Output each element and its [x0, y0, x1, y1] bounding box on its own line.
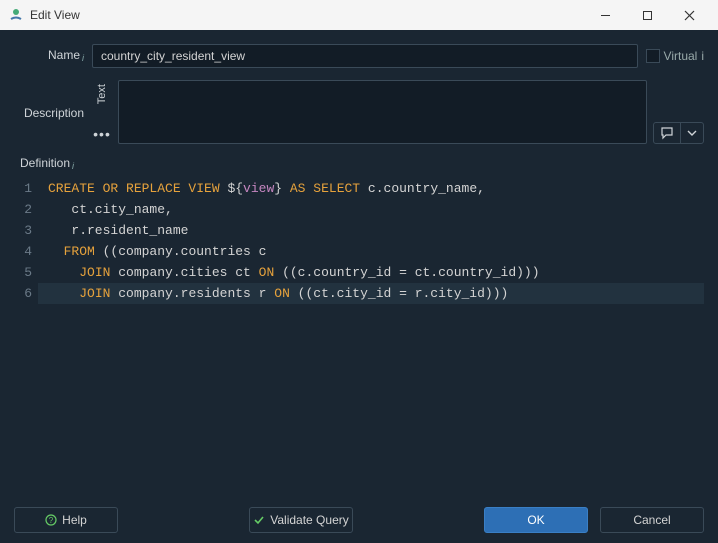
- help-button[interactable]: ? Help: [14, 507, 118, 533]
- chevron-down-icon[interactable]: [680, 123, 703, 143]
- code-line[interactable]: ct.city_name,: [38, 199, 704, 220]
- cancel-button[interactable]: Cancel: [600, 507, 704, 533]
- svg-text:?: ?: [49, 516, 54, 525]
- help-icon: ?: [45, 514, 57, 526]
- code-line[interactable]: JOIN company.residents r ON ((ct.city_id…: [38, 283, 704, 304]
- close-button[interactable]: [668, 0, 710, 30]
- definition-label: Definitioni: [20, 156, 704, 170]
- minimize-button[interactable]: [584, 0, 626, 30]
- line-number: 3: [14, 220, 32, 241]
- description-label: Description: [14, 80, 92, 120]
- virtual-checkbox[interactable]: [646, 49, 660, 63]
- code-line[interactable]: r.resident_name: [38, 220, 704, 241]
- maximize-button[interactable]: [626, 0, 668, 30]
- description-textarea[interactable]: [118, 80, 647, 144]
- line-number: 6: [14, 283, 32, 304]
- ok-button[interactable]: OK: [484, 507, 588, 533]
- check-icon: [253, 514, 265, 526]
- name-label: Namei: [14, 44, 92, 62]
- validate-query-button[interactable]: Validate Query: [249, 507, 353, 533]
- comment-icon[interactable]: [654, 123, 680, 143]
- line-number: 4: [14, 241, 32, 262]
- comment-split-button[interactable]: [653, 122, 704, 144]
- line-number: 5: [14, 262, 32, 283]
- name-input[interactable]: [92, 44, 638, 68]
- code-line[interactable]: FROM ((company.countries c: [38, 241, 704, 262]
- text-tab[interactable]: Text: [96, 80, 108, 108]
- virtual-checkbox-label[interactable]: Virtual i: [646, 49, 704, 63]
- more-dots-button[interactable]: •••: [93, 126, 111, 144]
- line-number: 1: [14, 178, 32, 199]
- code-line[interactable]: CREATE OR REPLACE VIEW ${view} AS SELECT…: [38, 178, 704, 199]
- sql-editor[interactable]: 123456 CREATE OR REPLACE VIEW ${view} AS…: [14, 178, 704, 470]
- window-title: Edit View: [30, 8, 80, 22]
- app-icon: [8, 7, 24, 23]
- code-line[interactable]: JOIN company.cities ct ON ((c.country_id…: [38, 262, 704, 283]
- titlebar: Edit View: [0, 0, 718, 30]
- line-number: 2: [14, 199, 32, 220]
